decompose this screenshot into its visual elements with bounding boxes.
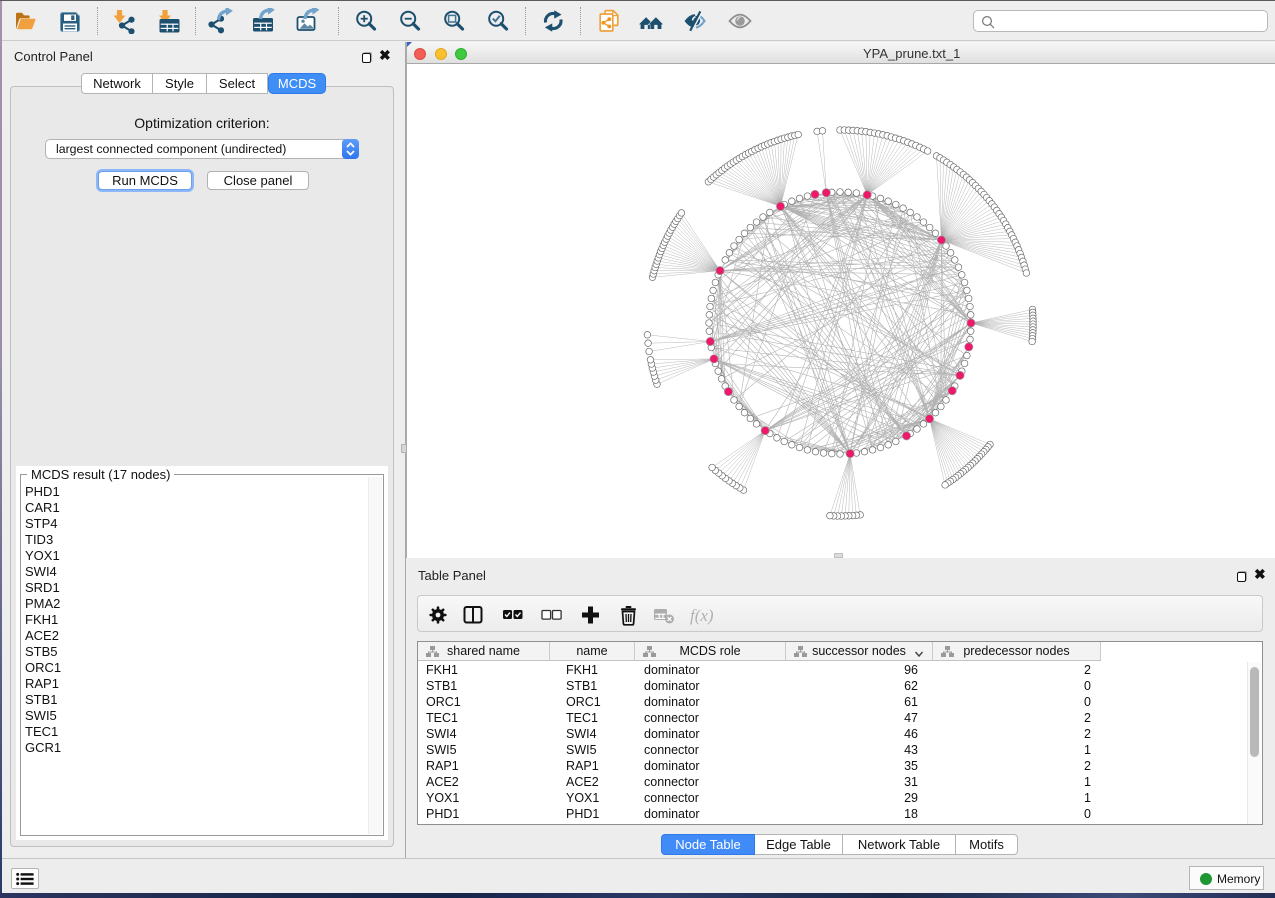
- svg-text:f(x): f(x): [690, 606, 714, 625]
